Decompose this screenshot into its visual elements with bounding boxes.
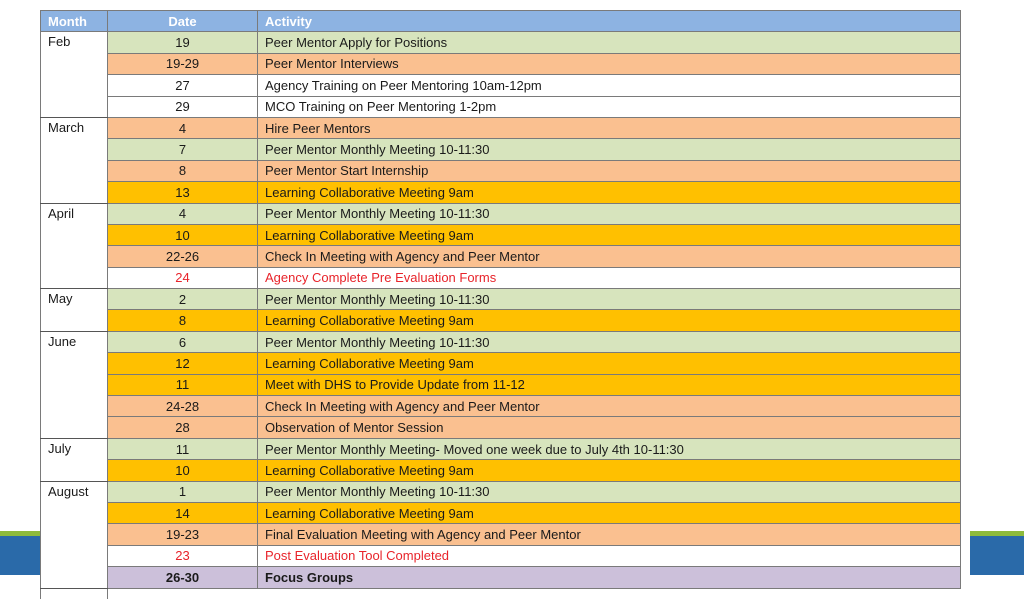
table-row: 24 Agency Complete Pre Evaluation Forms bbox=[41, 266, 961, 290]
table-row: 23 Post Evaluation Tool Completed bbox=[41, 544, 961, 568]
date-cell: 27 bbox=[107, 74, 258, 97]
header-date: Date bbox=[107, 9, 258, 33]
table-row: August 1 Peer Mentor Monthly Meeting 10-11… bbox=[40, 480, 961, 589]
table-row: 12 Learning Collaborative Meeting 9am bbox=[41, 352, 961, 375]
activity-cell: Peer Mentor Monthly Meeting 10-11:30 bbox=[257, 330, 961, 354]
table-row: April 4 Peer Mentor Monthly Meeting 10-11:… bbox=[40, 202, 961, 290]
empty-cell bbox=[107, 588, 258, 599]
activity-cell: Post Evaluation Tool Completed bbox=[257, 544, 961, 568]
table-row: 8 Peer Mentor Start Internship bbox=[41, 159, 961, 183]
date-cell: 8 bbox=[107, 309, 258, 332]
month-cell: June bbox=[40, 330, 108, 439]
table-row: June 6 Peer Mentor Monthly Meeting 10-11:3… bbox=[40, 330, 961, 439]
date-cell: 29 bbox=[107, 95, 258, 118]
empty-cell bbox=[40, 588, 108, 599]
table-tail-row bbox=[40, 588, 961, 599]
date-cell: 1 bbox=[107, 480, 258, 503]
activity-cell: Meet with DHS to Provide Update from 11-… bbox=[257, 373, 961, 397]
date-cell: 4 bbox=[107, 202, 258, 225]
table-row: May 2 Peer Mentor Monthly Meeting 10-11:30 bbox=[40, 288, 961, 332]
activity-cell: Peer Mentor Monthly Meeting 10-11:30 bbox=[257, 138, 961, 161]
activity-cell: Learning Collaborative Meeting 9am bbox=[257, 223, 961, 247]
activity-cell: Agency Training on Peer Mentoring 10am-1… bbox=[257, 74, 961, 97]
month-cell: May bbox=[40, 288, 108, 332]
table-header-row: Month Date Activity bbox=[40, 9, 961, 33]
activity-cell: Learning Collaborative Meeting 9am bbox=[257, 501, 961, 525]
date-cell: 11 bbox=[107, 373, 258, 397]
activity-cell: Peer Mentor Interviews bbox=[257, 52, 961, 76]
activity-cell: Peer Mentor Monthly Meeting 10-11:30 bbox=[257, 202, 961, 225]
table-row: 8 Learning Collaborative Meeting 9am bbox=[41, 309, 961, 332]
month-cell: April bbox=[40, 202, 108, 290]
table-row: 26-30 Focus Groups bbox=[41, 566, 961, 589]
table-row: 22-26 Check In Meeting with Agency and Pe… bbox=[41, 245, 961, 268]
decorative-band-right bbox=[970, 531, 1024, 575]
date-cell: 26-30 bbox=[107, 566, 258, 589]
activity-cell: Learning Collaborative Meeting 9am bbox=[257, 181, 961, 204]
table-row: 24-28 Check In Meeting with Agency and Pe… bbox=[41, 395, 961, 418]
table-row: 19-29 Peer Mentor Interviews bbox=[41, 52, 961, 76]
date-cell: 14 bbox=[107, 501, 258, 525]
date-cell: 10 bbox=[107, 223, 258, 247]
date-cell: 19 bbox=[107, 31, 258, 54]
date-cell: 11 bbox=[107, 437, 258, 461]
table-row: Feb 19 Peer Mentor Apply for Positions bbox=[40, 31, 961, 118]
table-row: 14 Learning Collaborative Meeting 9am bbox=[41, 501, 961, 525]
activity-cell: Peer Mentor Monthly Meeting- Moved one w… bbox=[257, 437, 961, 461]
table-row: 29 MCO Training on Peer Mentoring 1-2pm bbox=[41, 95, 961, 118]
date-cell: 13 bbox=[107, 181, 258, 204]
schedule-sheet: Month Date Activity Feb 19 Peer Mentor App… bbox=[40, 9, 961, 599]
date-cell: 22-26 bbox=[107, 245, 258, 268]
date-cell: 2 bbox=[107, 288, 258, 311]
month-cell: July bbox=[40, 437, 108, 482]
activity-cell: Peer Mentor Monthly Meeting 10-11:30 bbox=[257, 480, 961, 503]
table-row: 10 Learning Collaborative Meeting 9am bbox=[41, 459, 961, 482]
date-cell: 23 bbox=[107, 544, 258, 568]
date-cell: 10 bbox=[107, 459, 258, 482]
activity-cell: Peer Mentor Start Internship bbox=[257, 159, 961, 183]
table-row: 27 Agency Training on Peer Mentoring 10am… bbox=[41, 74, 961, 97]
table-row: 11 Meet with DHS to Provide Update from 1… bbox=[41, 373, 961, 397]
table-row: March 4 Hire Peer Mentors bbox=[40, 116, 961, 204]
schedule-table: Month Date Activity Feb 19 Peer Mentor App… bbox=[40, 9, 961, 599]
month-cell: Feb bbox=[40, 31, 108, 118]
activity-cell: Check In Meeting with Agency and Peer Me… bbox=[257, 245, 961, 268]
schedule-body: Feb 19 Peer Mentor Apply for Positions 19-2… bbox=[40, 31, 961, 599]
date-cell: 19-29 bbox=[107, 52, 258, 76]
activity-cell: Agency Complete Pre Evaluation Forms bbox=[257, 266, 961, 290]
activity-cell: Peer Mentor Apply for Positions bbox=[257, 31, 961, 54]
date-cell: 8 bbox=[107, 159, 258, 183]
activity-cell: Learning Collaborative Meeting 9am bbox=[257, 352, 961, 375]
month-cell: March bbox=[40, 116, 108, 204]
activity-cell: Check In Meeting with Agency and Peer Me… bbox=[257, 395, 961, 418]
date-cell: 24-28 bbox=[107, 395, 258, 418]
date-cell: 4 bbox=[107, 116, 258, 140]
table-row: July 11 Peer Mentor Monthly Meeting- Moved… bbox=[40, 437, 961, 482]
date-cell: 6 bbox=[107, 330, 258, 354]
activity-cell: Learning Collaborative Meeting 9am bbox=[257, 309, 961, 332]
date-cell: 28 bbox=[107, 416, 258, 439]
activity-cell: MCO Training on Peer Mentoring 1-2pm bbox=[257, 95, 961, 118]
header-activity: Activity bbox=[257, 9, 961, 33]
activity-cell: Final Evaluation Meeting with Agency and… bbox=[257, 523, 961, 546]
empty-cell bbox=[258, 588, 961, 599]
table-row: 28 Observation of Mentor Session bbox=[41, 416, 961, 439]
decorative-band-left bbox=[0, 531, 40, 575]
activity-cell: Learning Collaborative Meeting 9am bbox=[257, 459, 961, 482]
header-month: Month bbox=[40, 9, 108, 33]
date-cell: 19-23 bbox=[107, 523, 258, 546]
activity-cell: Focus Groups bbox=[257, 566, 961, 589]
activity-cell: Hire Peer Mentors bbox=[257, 116, 961, 140]
table-row: 13 Learning Collaborative Meeting 9am bbox=[41, 181, 961, 204]
table-row: 19-23 Final Evaluation Meeting with Agenc… bbox=[41, 523, 961, 546]
table-row: 10 Learning Collaborative Meeting 9am bbox=[41, 223, 961, 247]
activity-cell: Peer Mentor Monthly Meeting 10-11:30 bbox=[257, 288, 961, 311]
table-row: 7 Peer Mentor Monthly Meeting 10-11:30 bbox=[41, 138, 961, 161]
date-cell: 12 bbox=[107, 352, 258, 375]
date-cell: 24 bbox=[107, 266, 258, 290]
activity-cell: Observation of Mentor Session bbox=[257, 416, 961, 439]
date-cell: 7 bbox=[107, 138, 258, 161]
month-cell: August bbox=[40, 480, 108, 589]
